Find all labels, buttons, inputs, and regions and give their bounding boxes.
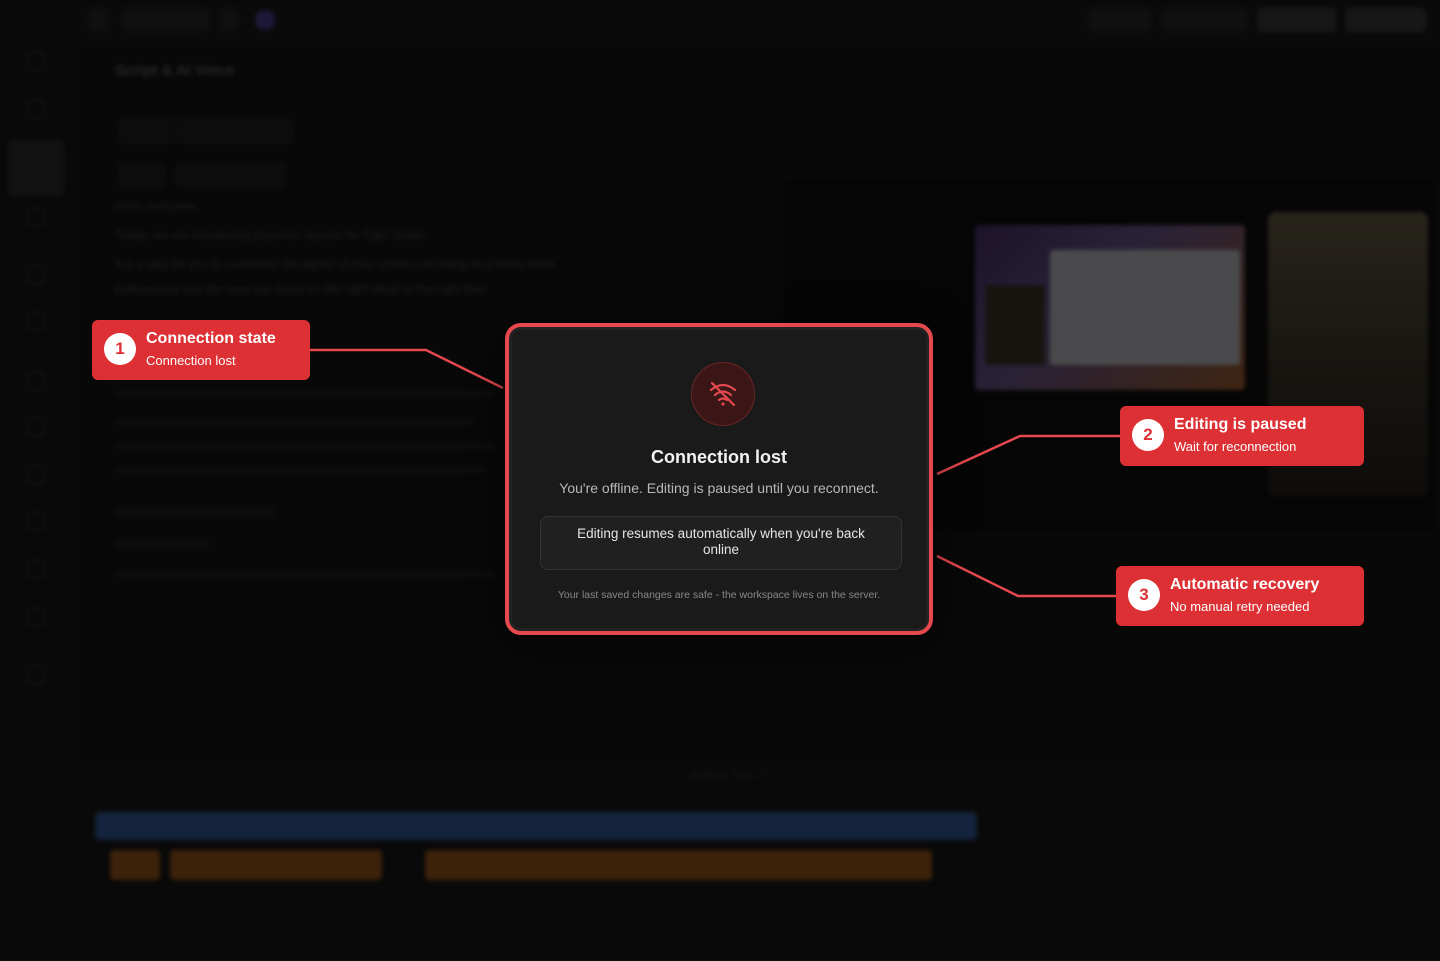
callout-subtitle: Wait for reconnection: [1174, 439, 1297, 454]
callout-subtitle: Connection lost: [146, 353, 236, 368]
callout-editing-paused: 2 Editing is paused Wait for reconnectio…: [1120, 406, 1364, 466]
callout-title: Editing is paused: [1174, 416, 1307, 433]
dialog-title: Connection lost: [651, 447, 787, 467]
callout-number-badge: 1: [104, 333, 136, 365]
auto-resume-notice: Editing resumes automatically when you'r…: [540, 516, 902, 570]
callout-number-badge: 3: [1128, 579, 1160, 611]
callout-automatic-recovery: 3 Automatic recovery No manual retry nee…: [1116, 566, 1364, 626]
callout-number-badge: 2: [1132, 419, 1164, 451]
dialog-subtitle: You're offline. Editing is paused until …: [559, 480, 879, 496]
wifi-off-icon: [691, 362, 755, 426]
connection-lost-dialog: Connection lost You're offline. Editing …: [505, 323, 933, 635]
callout-subtitle: No manual retry needed: [1170, 599, 1310, 614]
callout-connection-state: 1 Connection state Connection lost: [92, 320, 310, 380]
callout-title: Connection state: [146, 330, 276, 347]
dialog-footnote: Your last saved changes are safe - the w…: [557, 589, 881, 601]
callout-title: Automatic recovery: [1170, 576, 1320, 593]
